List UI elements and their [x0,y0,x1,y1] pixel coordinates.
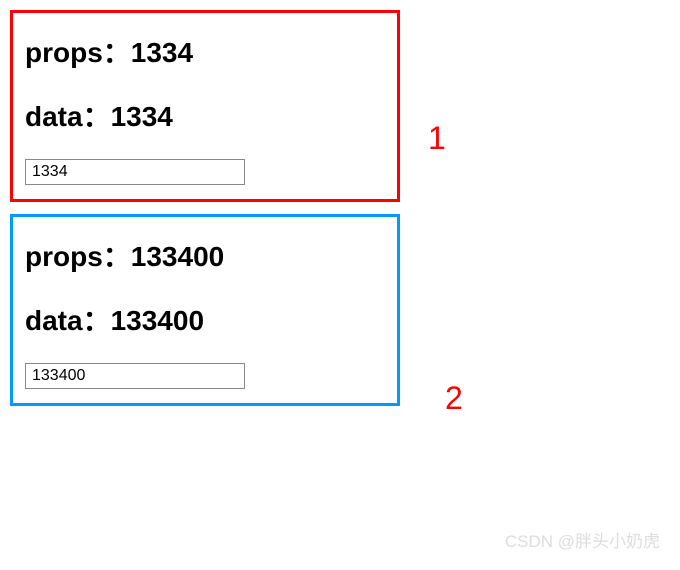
watermark: CSDN @胖头小奶虎 [505,527,660,552]
props-label: props： [25,241,131,272]
input-1[interactable] [25,159,245,185]
props-value: 1334 [131,37,193,68]
annotation-2: 2 [445,380,463,417]
props-line-2: props：133400 [25,235,385,275]
data-label: data： [25,101,111,132]
data-label: data： [25,305,111,336]
input-2[interactable] [25,363,245,389]
data-value: 133400 [111,305,204,336]
data-value: 1334 [111,101,173,132]
data-line-1: data：1334 [25,95,385,135]
props-line-1: props：1334 [25,31,385,71]
box-2: props：133400 data：133400 [10,214,400,406]
box-1: props：1334 data：1334 [10,10,400,202]
data-line-2: data：133400 [25,299,385,339]
annotation-1: 1 [428,120,446,157]
props-label: props： [25,37,131,68]
props-value: 133400 [131,241,224,272]
